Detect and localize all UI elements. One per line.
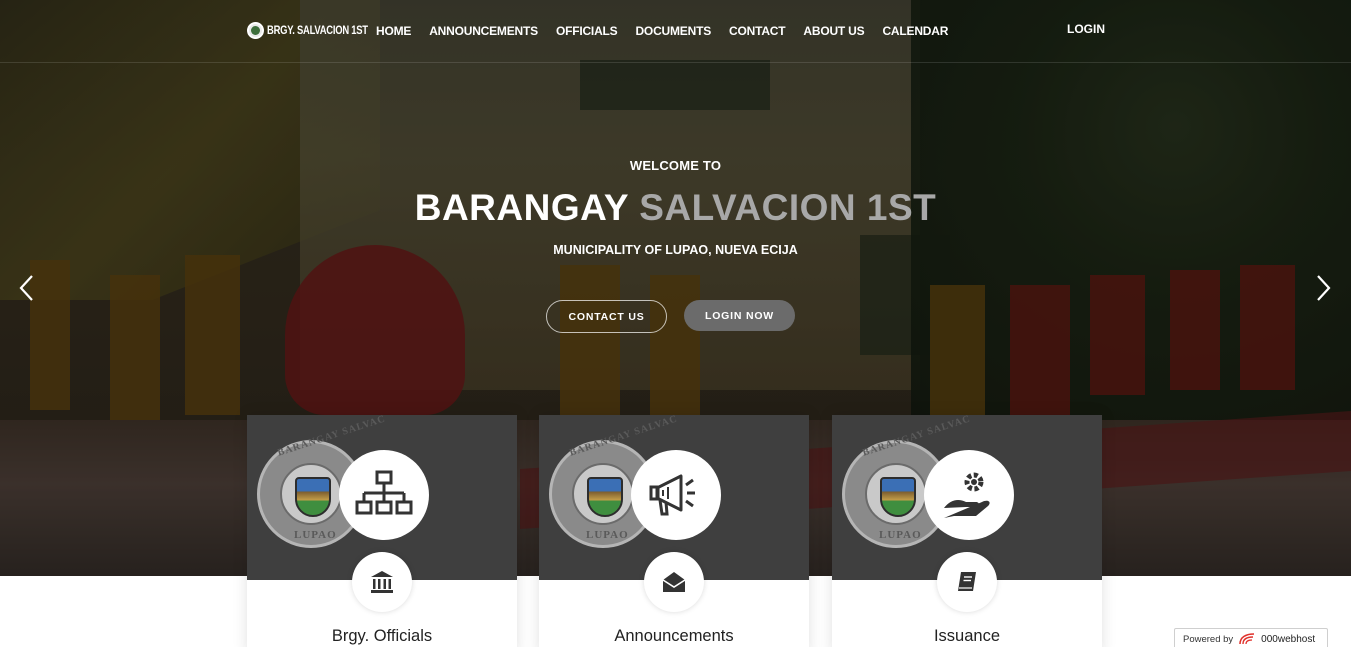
hero-title-main: BARANGAY xyxy=(414,187,629,228)
card-title: Issuance xyxy=(933,627,1001,645)
envelope-open-icon xyxy=(644,552,704,612)
seal-bottom-text: LUPAO xyxy=(586,529,629,541)
brand-name: BRGY. SALVACION 1ST xyxy=(267,24,368,37)
top-navbar: BRGY. SALVACION 1ST HOME ANNOUNCEMENTS O… xyxy=(0,0,1351,63)
nav-menu: HOME ANNOUNCEMENTS OFFICIALS DOCUMENTS C… xyxy=(376,24,966,38)
org-chart-icon xyxy=(339,450,429,540)
brand-logo-icon xyxy=(247,22,264,39)
nav-item-home[interactable]: HOME xyxy=(376,24,411,38)
nav-item-contact[interactable]: CONTACT xyxy=(729,24,786,38)
contact-us-button[interactable]: CONTACT US xyxy=(546,300,667,333)
nav-item-officials[interactable]: OFFICIALS xyxy=(556,24,618,38)
welcome-text: WELCOME TO xyxy=(629,158,722,173)
nav-item-announcements[interactable]: ANNOUNCEMENTS xyxy=(429,24,538,38)
nav-item-documents[interactable]: DOCUMENTS xyxy=(635,24,711,38)
hero-title: BARANGAY SALVACION 1ST xyxy=(0,187,1351,229)
nav-item-calendar[interactable]: CALENDAR xyxy=(882,24,948,38)
card-title: Announcements xyxy=(614,627,734,645)
nav-login-link[interactable]: LOGIN xyxy=(1067,22,1105,36)
card-announcements[interactable]: BARANGAY SALVAC LUPAO Announcements xyxy=(539,415,809,647)
chevron-right-icon xyxy=(1317,275,1331,301)
megaphone-icon xyxy=(631,450,721,540)
carousel-next-button[interactable] xyxy=(1313,273,1333,303)
book-icon xyxy=(937,552,997,612)
card-title: Brgy. Officials xyxy=(331,627,433,645)
seal-bottom-text: LUPAO xyxy=(294,529,337,541)
powered-by-label: Powered by xyxy=(1183,633,1234,645)
chevron-left-icon xyxy=(19,275,33,301)
webhost-logo-icon xyxy=(1239,633,1255,645)
nav-item-about-us[interactable]: ABOUT US xyxy=(803,24,864,38)
municipality-subtitle: MUNICIPALITY OF LUPAO, NUEVA ECIJA xyxy=(553,243,798,257)
login-now-button[interactable]: LOGIN NOW xyxy=(684,300,795,331)
bank-icon xyxy=(352,552,412,612)
seal-bottom-text: LUPAO xyxy=(879,529,922,541)
webhost-name: 000webhost xyxy=(1261,633,1316,645)
brand[interactable]: BRGY. SALVACION 1ST xyxy=(247,22,390,39)
powered-by-badge[interactable]: Powered by 000webhost xyxy=(1174,628,1328,647)
card-issuance[interactable]: BARANGAY SALVAC LUPAO Issuance xyxy=(832,415,1102,647)
card-officials[interactable]: BARANGAY SALVAC LUPAO Brgy. Officials xyxy=(247,415,517,647)
carousel-prev-button[interactable] xyxy=(17,273,37,303)
hero-title-accent: SALVACION 1ST xyxy=(639,187,937,228)
hand-gear-icon xyxy=(924,450,1014,540)
